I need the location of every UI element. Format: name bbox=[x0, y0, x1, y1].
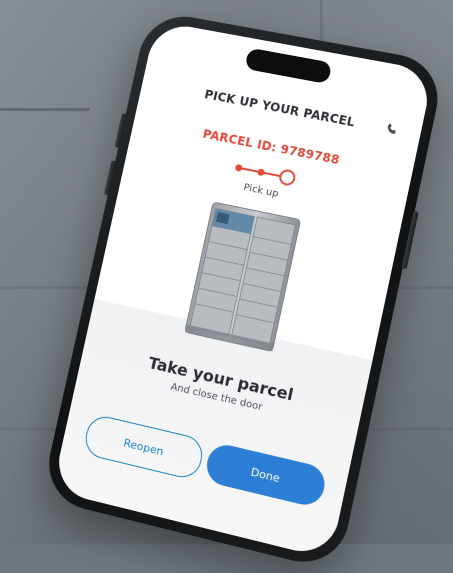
side-button bbox=[401, 211, 418, 270]
phone-frame: PICK UP YOUR PARCEL PARCEL ID: 9789788 P… bbox=[40, 10, 446, 572]
side-button bbox=[104, 160, 116, 195]
phone-icon[interactable] bbox=[380, 119, 402, 140]
side-button bbox=[115, 113, 127, 148]
phone-mockup: PICK UP YOUR PARCEL PARCEL ID: 9789788 P… bbox=[14, 10, 453, 545]
phone-screen: PICK UP YOUR PARCEL PARCEL ID: 9789788 P… bbox=[52, 21, 434, 559]
